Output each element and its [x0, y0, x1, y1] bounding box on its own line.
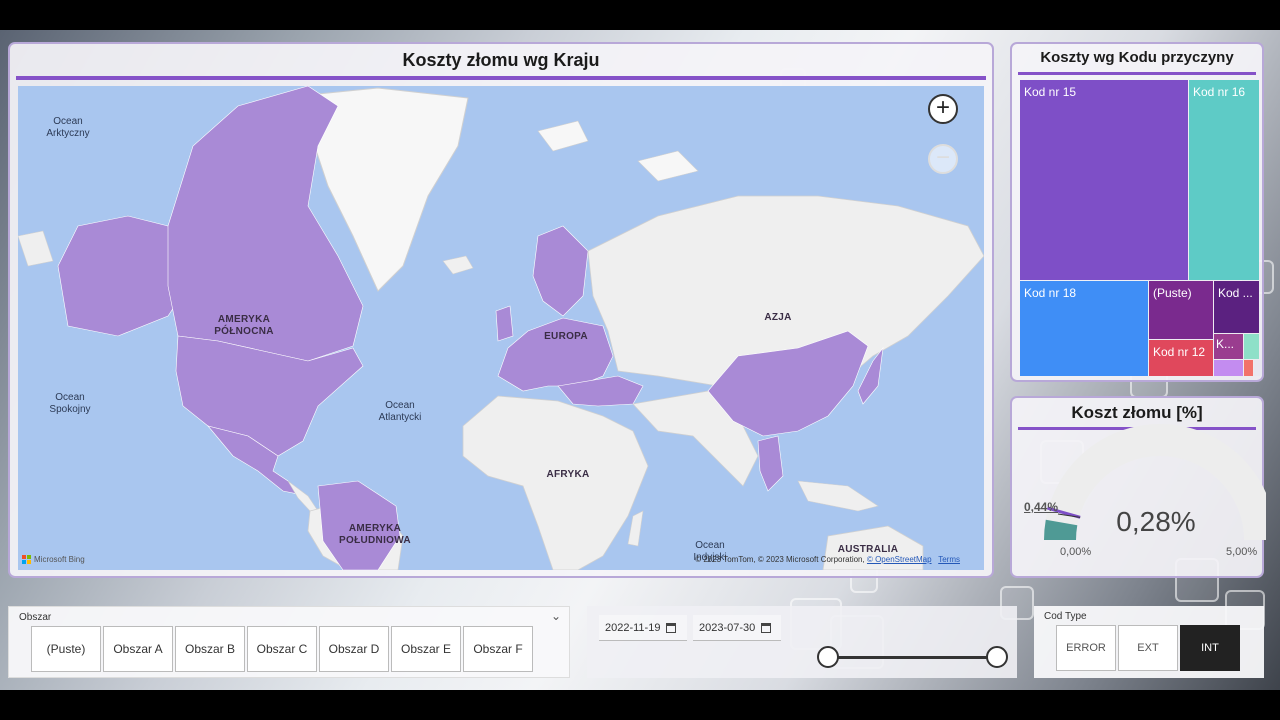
label-south-america: AMERYKA POŁUDNIOWA	[339, 523, 411, 546]
madagascar-land	[627, 510, 644, 547]
tile-label: Kod ...	[1218, 286, 1253, 300]
treemap-tile-kod-15[interactable]: Kod nr 15	[1020, 80, 1188, 280]
svalbard-land	[537, 120, 589, 152]
scandinavia-land	[532, 225, 589, 317]
gauge-value: 0,28%	[1116, 506, 1196, 537]
area-option[interactable]: Obszar A	[103, 626, 173, 672]
tile-label: Kod nr 16	[1193, 85, 1246, 99]
treemap-title: Koszty wg Kodu przyczyny	[1040, 49, 1234, 66]
code-type-options: ERROR EXT INT	[1056, 625, 1240, 671]
central-america-land	[287, 480, 319, 512]
indonesia-land	[797, 480, 879, 512]
code-type-slicer-title: Cod Type	[1044, 611, 1087, 622]
gauge-max-label: 5,00%	[1226, 546, 1258, 558]
code-type-slicer[interactable]: Cod Type ERROR EXT INT	[1034, 606, 1264, 678]
area-option[interactable]: Obszar C	[247, 626, 317, 672]
treemap-tile-small[interactable]	[1244, 360, 1253, 376]
map-canvas	[18, 86, 984, 570]
treemap-tile-puste[interactable]: (Puste)	[1149, 281, 1213, 339]
zoom-in-button[interactable]: +	[928, 94, 958, 124]
tile-label: K...	[1216, 337, 1235, 351]
label-europe: EUROPA	[544, 331, 588, 342]
chevron-down-icon[interactable]: ⌄	[551, 609, 561, 623]
area-options: (Puste) Obszar A Obszar B Obszar C Obsza…	[31, 626, 533, 672]
chukotka-land	[18, 230, 54, 267]
tile-label: (Puste)	[1153, 286, 1192, 300]
microsoft-logo-icon	[22, 555, 31, 564]
plus-icon: +	[935, 94, 950, 121]
tile-label: Kod nr 12	[1153, 345, 1206, 359]
gauge-target-label: 0,44%	[1024, 500, 1059, 514]
gauge-min-label: 0,00%	[1060, 546, 1092, 558]
end-date-value: 2023-07-30	[699, 621, 756, 634]
map-copyright: © 2023 TomTom, © 2023 Microsoft Corporat…	[695, 555, 960, 564]
title-accent-line	[16, 76, 986, 80]
tile-label: Kod nr 18	[1024, 286, 1077, 300]
treemap-tile-kod-16[interactable]: Kod nr 16	[1189, 80, 1259, 280]
code-type-option[interactable]: EXT	[1118, 625, 1178, 671]
bing-label: Microsoft Bing	[34, 555, 85, 564]
area-option[interactable]: (Puste)	[31, 626, 101, 672]
area-slicer[interactable]: Obszar ⌄ (Puste) Obszar A Obszar B Obsza…	[8, 606, 570, 678]
date-slider-start-handle[interactable]	[817, 646, 839, 668]
treemap-tile-kod-18[interactable]: Kod nr 18	[1020, 281, 1148, 376]
map-title: Koszty złomu wg Kraju	[402, 50, 600, 70]
map-visual[interactable]: Koszty złomu wg Kraju Ocean Arktyczny Oc…	[8, 42, 994, 578]
usa-land	[175, 335, 364, 457]
world-map[interactable]: Ocean Arktyczny Ocean Spokojny Ocean Atl…	[18, 86, 984, 570]
label-arctic-ocean: Ocean Arktyczny	[46, 116, 90, 139]
calendar-icon[interactable]	[761, 622, 772, 633]
zoom-out-button[interactable]: −	[928, 144, 958, 174]
title-accent-line	[1018, 72, 1256, 75]
bing-logo: Microsoft Bing	[22, 555, 85, 564]
label-pacific-ocean: Ocean Spokojny	[49, 392, 91, 415]
area-option[interactable]: Obszar D	[319, 626, 389, 672]
date-slider-end-handle[interactable]	[986, 646, 1008, 668]
thailand-land	[757, 435, 784, 492]
openstreetmap-link[interactable]: © OpenStreetMap	[867, 555, 932, 564]
label-atlantic-ocean: Ocean Atlantycki	[378, 400, 422, 423]
code-type-option[interactable]: ERROR	[1056, 625, 1116, 671]
area-option[interactable]: Obszar F	[463, 626, 533, 672]
start-date-input[interactable]: 2022-11-19	[599, 615, 687, 641]
treemap-tile-small[interactable]	[1244, 334, 1259, 359]
arctic-island-land	[637, 150, 699, 182]
area-slicer-title: Obszar	[19, 612, 52, 623]
start-date-value: 2022-11-19	[605, 621, 661, 634]
treemap-tile-small[interactable]	[1254, 360, 1262, 376]
treemap-tile-kod-12[interactable]: Kod nr 12	[1149, 340, 1213, 376]
terms-link[interactable]: Terms	[938, 555, 960, 564]
end-date-input[interactable]: 2023-07-30	[693, 615, 781, 641]
copyright-text: © 2023 TomTom, © 2023 Microsoft Corporat…	[695, 555, 865, 564]
gauge-fill	[1044, 519, 1078, 541]
report-canvas: Koszty złomu wg Kraju Ocean Arktyczny Oc…	[0, 30, 1280, 690]
minus-icon: −	[935, 144, 950, 171]
uk-land	[495, 305, 514, 342]
area-option[interactable]: Obszar E	[391, 626, 461, 672]
date-range-slicer[interactable]: 2022-11-19 2023-07-30	[587, 606, 1017, 678]
iceland-land	[442, 255, 474, 275]
tile-label: Kod nr 15	[1024, 85, 1077, 99]
label-north-america: AMERYKA PÓŁNOCNA	[214, 314, 274, 337]
treemap-visual[interactable]: Koszty wg Kodu przyczyny Kod nr 15 Kod n…	[1010, 42, 1264, 382]
code-type-option[interactable]: INT	[1180, 625, 1240, 671]
treemap-tile-k[interactable]: K...	[1214, 334, 1243, 359]
label-asia: AZJA	[764, 312, 792, 323]
treemap-tile-small[interactable]	[1214, 360, 1243, 376]
treemap-tile-kod-other[interactable]: Kod ...	[1214, 281, 1259, 333]
area-option[interactable]: Obszar B	[175, 626, 245, 672]
africa-land	[462, 395, 649, 570]
date-slider-track[interactable]	[827, 656, 997, 659]
gauge-visual[interactable]: Koszt złomu [%] 0,44% 0,28% 0,00% 5,00%	[1010, 396, 1266, 578]
calendar-icon[interactable]	[666, 622, 677, 633]
label-africa: AFRYKA	[546, 469, 590, 480]
